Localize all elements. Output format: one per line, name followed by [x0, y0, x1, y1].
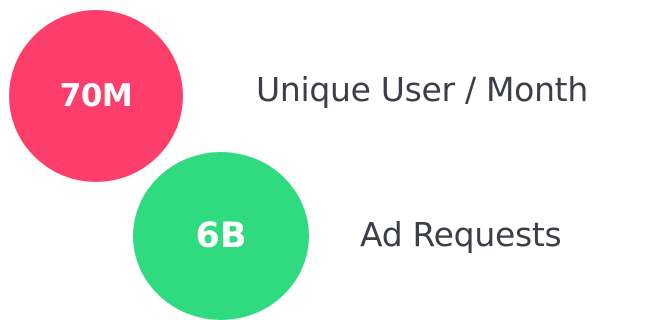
- stat-circle-unique-users: 70M: [9, 10, 183, 182]
- stat-label-unique-users: Unique User / Month: [256, 70, 588, 109]
- stat-label-ad-requests: Ad Requests: [360, 215, 562, 254]
- stat-circle-ad-requests: 6B: [133, 152, 309, 320]
